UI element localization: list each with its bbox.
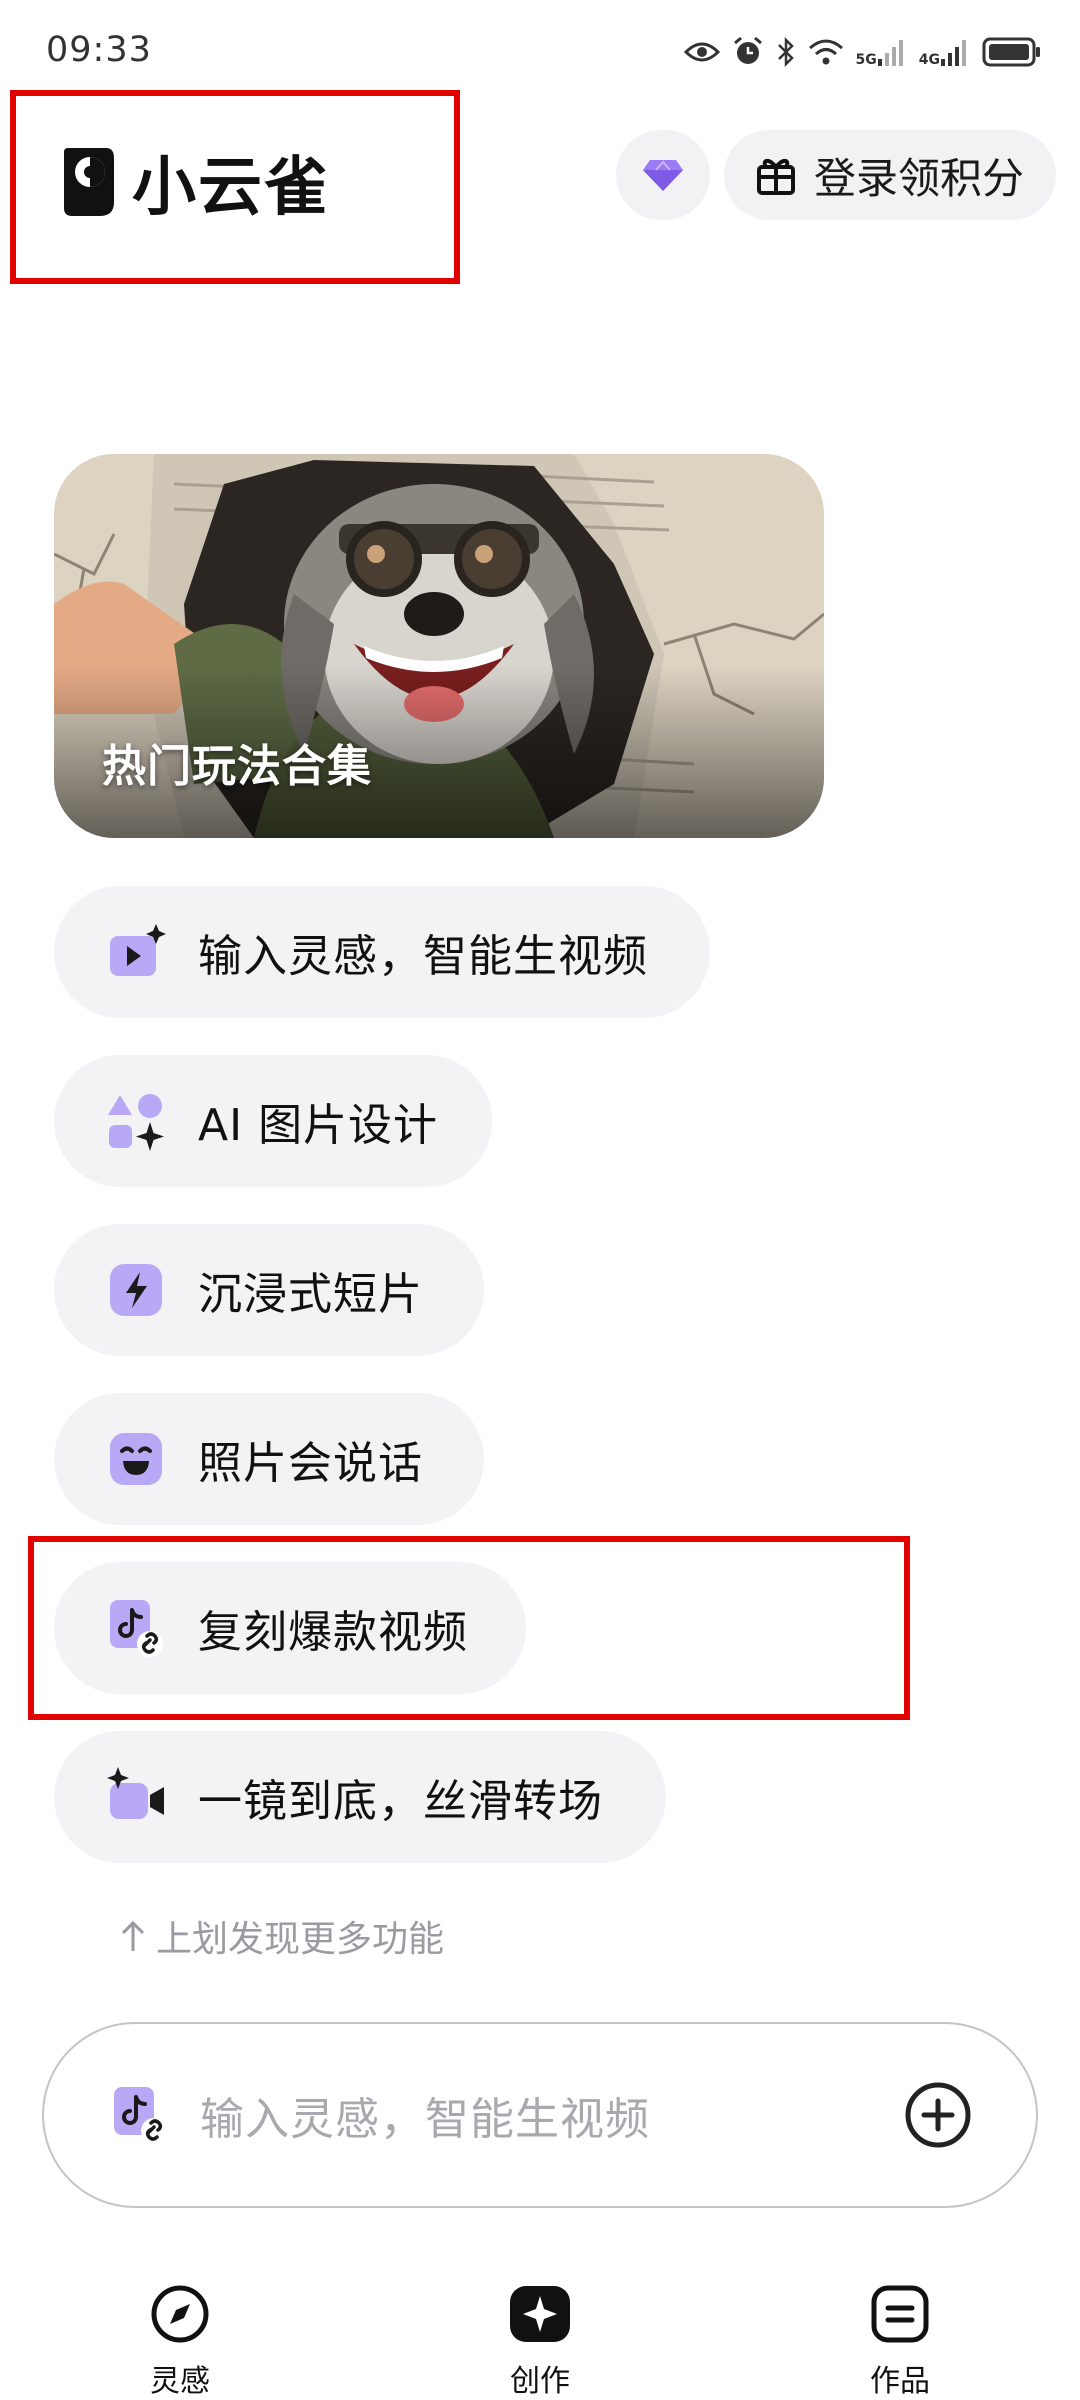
status-time: 09:33 <box>46 30 152 70</box>
feature-text-to-video[interactable]: 输入灵感，智能生视频 <box>54 886 710 1018</box>
nav-inspiration[interactable]: 灵感 <box>100 2284 260 2400</box>
nav-label: 灵感 <box>150 2364 210 2399</box>
works-icon <box>871 2285 929 2343</box>
vip-button[interactable] <box>616 130 710 220</box>
diamond-icon <box>643 160 683 191</box>
signal-4g: 4G <box>919 37 970 67</box>
feature-label: 沉浸式短片 <box>198 1269 423 1320</box>
lightning-icon <box>110 1264 162 1316</box>
video-sparkle-icon <box>110 924 166 976</box>
eye-icon <box>683 42 720 62</box>
swipe-hint-text: 上划发现更多功能 <box>156 1919 445 1960</box>
banner-title: 热门玩法合集 <box>102 741 372 792</box>
status-bar: 09:33 5G 4G <box>0 0 1080 100</box>
smile-face-icon <box>110 1433 162 1485</box>
feature-label: 照片会说话 <box>198 1438 423 1489</box>
tiktok-link-icon <box>114 2087 167 2144</box>
nav-label: 作品 <box>870 2364 930 2399</box>
feature-label: 一镜到底，丝滑转场 <box>198 1776 603 1827</box>
login-points-button[interactable]: 登录领积分 <box>724 130 1056 220</box>
add-icon[interactable] <box>904 2081 972 2149</box>
swipe-hint: 上划发现更多功能 <box>120 1910 444 1962</box>
signal-bars-icon <box>941 40 966 66</box>
nav-create[interactable]: 创作 <box>460 2284 620 2400</box>
feature-label: AI 图片设计 <box>198 1100 439 1151</box>
feature-ai-image-design[interactable]: AI 图片设计 <box>54 1055 492 1187</box>
gift-icon <box>757 159 795 195</box>
arrow-up-icon <box>121 1920 145 1951</box>
nav-label: 创作 <box>510 2364 570 2399</box>
feature-label: 输入灵感，智能生视频 <box>198 931 648 982</box>
annotation-box-logo <box>10 90 460 284</box>
wifi-icon <box>808 39 843 65</box>
login-label: 登录领积分 <box>814 153 1025 203</box>
feature-immersive-short[interactable]: 沉浸式短片 <box>54 1224 484 1356</box>
signal-bars-icon <box>877 40 903 66</box>
prompt-input[interactable]: 输入灵感，智能生视频 <box>42 2022 1038 2208</box>
sparkle-create-icon <box>510 2286 570 2342</box>
shapes-icon <box>108 1094 164 1151</box>
signal-5g: 5G <box>856 37 907 67</box>
feature-one-take[interactable]: 一镜到底，丝滑转场 <box>54 1731 666 1863</box>
annotation-box-replicate <box>28 1536 910 1720</box>
hot-play-banner[interactable]: 热门玩法合集 <box>54 454 824 838</box>
feature-photo-talk[interactable]: 照片会说话 <box>54 1393 484 1525</box>
prompt-placeholder: 输入灵感，智能生视频 <box>200 2094 650 2145</box>
battery-icon <box>982 37 1040 67</box>
status-icons: 5G 4G <box>683 30 1042 74</box>
bluetooth-icon <box>777 36 794 68</box>
camera-sparkle-icon <box>107 1767 164 1819</box>
compass-icon <box>151 2285 209 2343</box>
alarm-icon <box>733 36 762 64</box>
nav-works[interactable]: 作品 <box>820 2284 980 2400</box>
